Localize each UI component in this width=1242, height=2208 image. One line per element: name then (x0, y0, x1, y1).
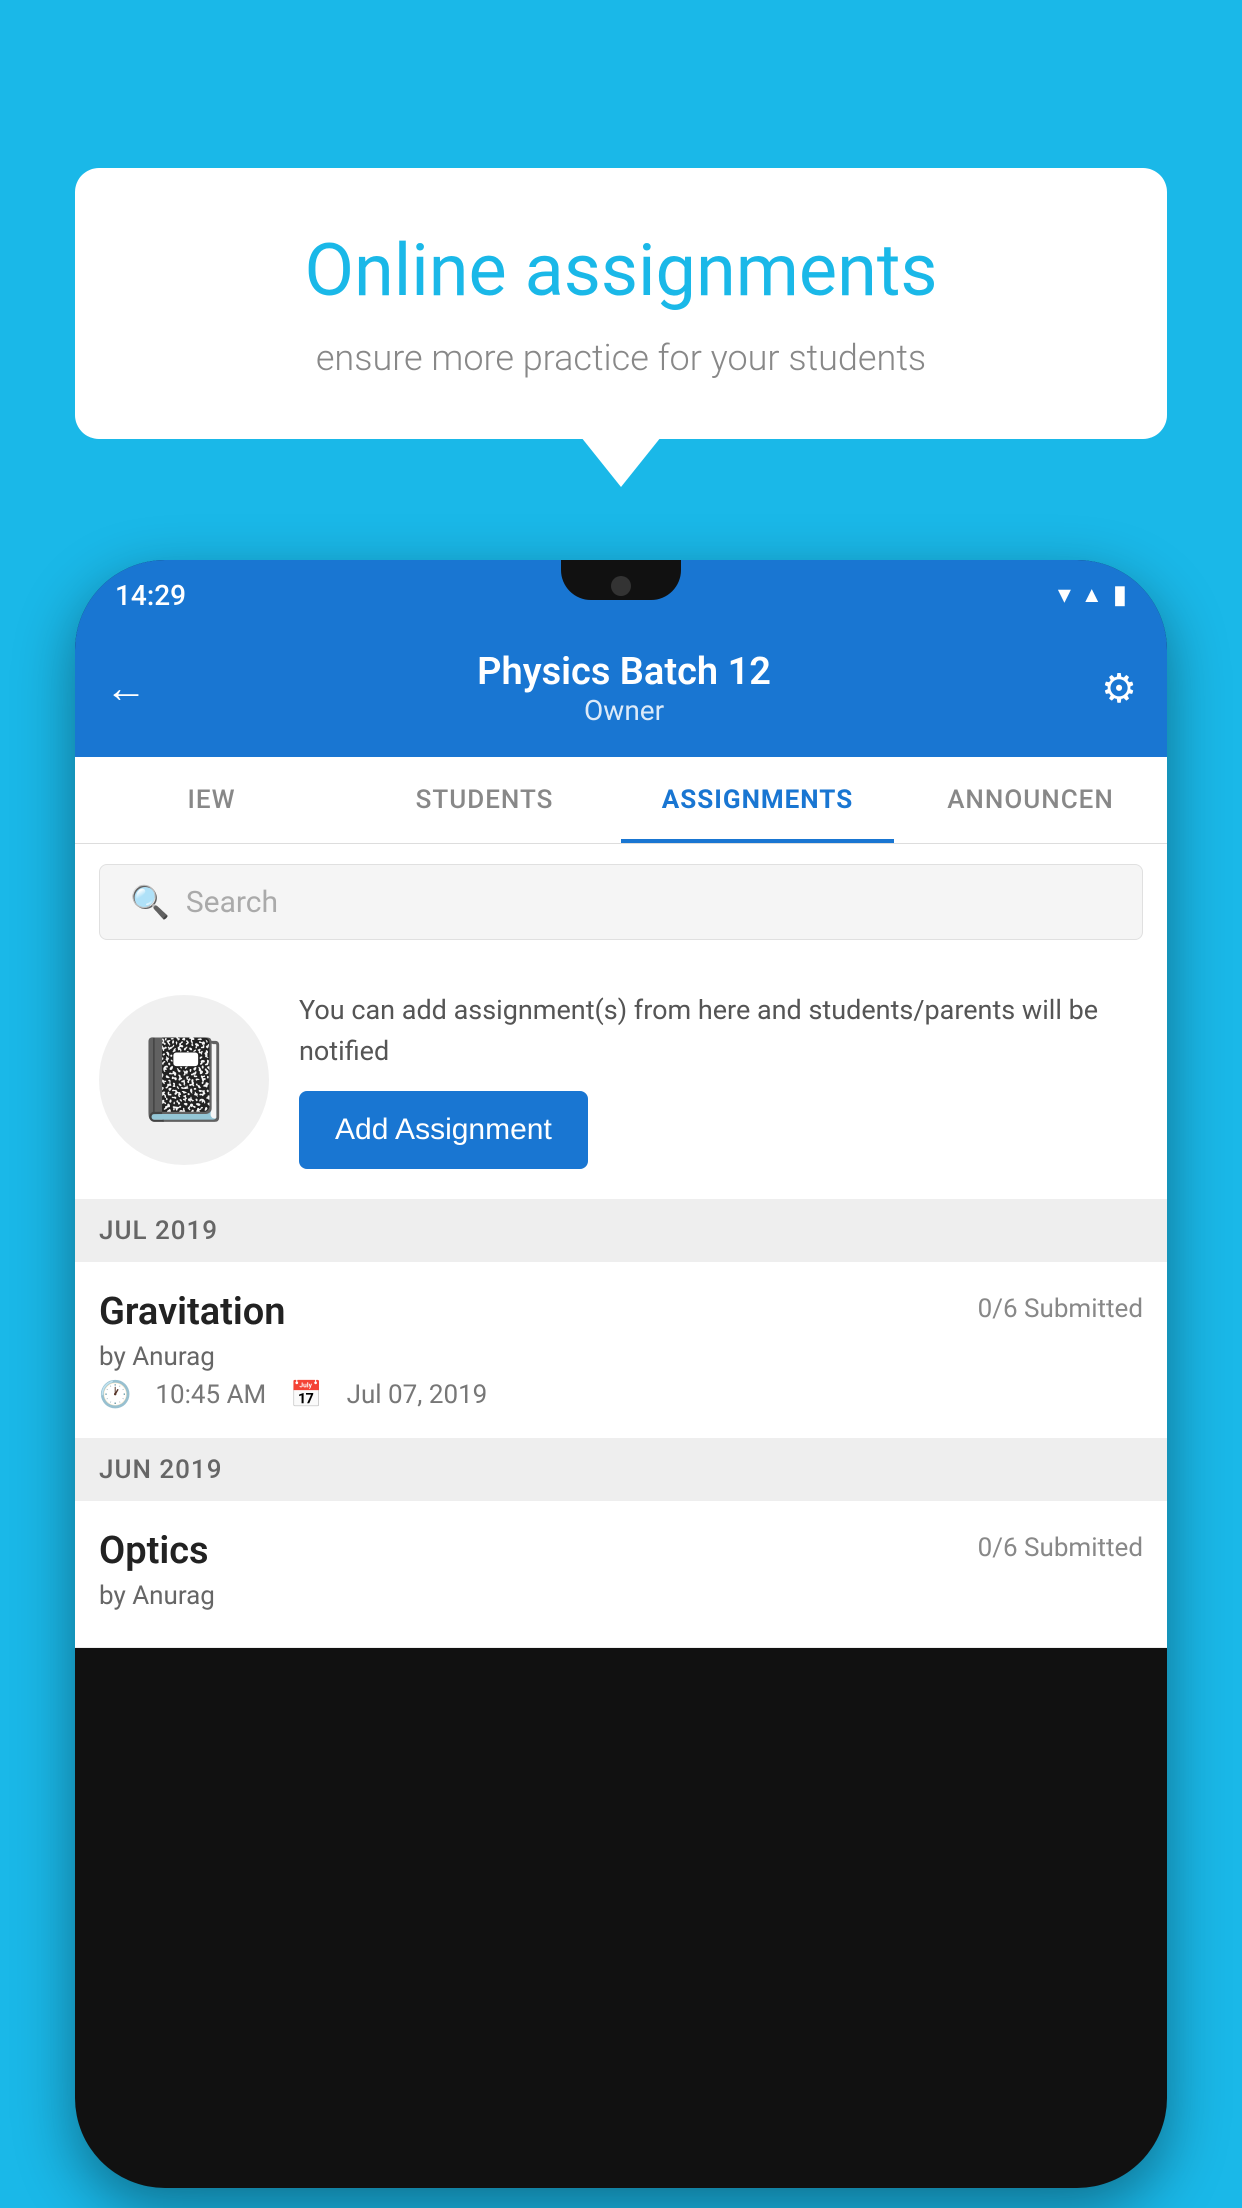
promo-icon-circle: 📓 (99, 995, 269, 1165)
tabs-bar: IEW STUDENTS ASSIGNMENTS ANNOUNCEN (75, 757, 1167, 844)
assignment-time-gravitation: 10:45 AM (155, 1380, 266, 1410)
assignment-name-gravitation: Gravitation (99, 1290, 286, 1334)
battery-icon (1113, 580, 1127, 610)
calendar-icon: 📅 (290, 1380, 322, 1410)
app-header: ← Physics Batch 12 Owner ⚙ (75, 630, 1167, 757)
speech-bubble-title: Online assignments (145, 228, 1097, 313)
assignment-by-gravitation: by Anurag (99, 1342, 1143, 1372)
status-time: 14:29 (115, 579, 186, 612)
batch-subtitle: Owner (477, 694, 771, 727)
assignment-submitted-optics: 0/6 Submitted (978, 1533, 1143, 1563)
add-assignment-button[interactable]: Add Assignment (299, 1091, 588, 1169)
assignment-by-optics: by Anurag (99, 1581, 1143, 1611)
settings-icon[interactable]: ⚙ (1101, 665, 1137, 712)
assignment-date-row-gravitation: 🕐 10:45 AM 📅 Jul 07, 2019 (99, 1380, 1143, 1410)
clock-icon: 🕐 (99, 1380, 131, 1410)
assignment-submitted-gravitation: 0/6 Submitted (978, 1294, 1143, 1324)
assignment-item-optics[interactable]: Optics 0/6 Submitted by Anurag (75, 1501, 1167, 1648)
search-bar[interactable]: 🔍 Search (99, 864, 1143, 940)
section-header-jun: JUN 2019 (75, 1439, 1167, 1501)
phone-screen: 🔍 Search 📓 You can add assignment(s) fro… (75, 844, 1167, 1648)
search-icon: 🔍 (130, 883, 170, 921)
search-placeholder: Search (186, 885, 278, 920)
assignment-item-gravitation[interactable]: Gravitation 0/6 Submitted by Anurag 🕐 10… (75, 1262, 1167, 1439)
tab-assignments[interactable]: ASSIGNMENTS (621, 757, 894, 843)
speech-bubble-container: Online assignments ensure more practice … (75, 168, 1167, 439)
phone-frame: 14:29 ← Physics Batch 12 Owner ⚙ IEW STU… (75, 560, 1167, 2188)
assignment-item-top-optics: Optics 0/6 Submitted (99, 1529, 1143, 1573)
assignment-item-top: Gravitation 0/6 Submitted (99, 1290, 1143, 1334)
batch-title: Physics Batch 12 (477, 650, 771, 694)
promo-content: You can add assignment(s) from here and … (299, 990, 1143, 1169)
speech-bubble-subtitle: ensure more practice for your students (145, 337, 1097, 379)
header-title-area: Physics Batch 12 Owner (477, 650, 771, 727)
promo-section: 📓 You can add assignment(s) from here an… (75, 960, 1167, 1200)
phone-notch (561, 560, 681, 600)
section-header-jul: JUL 2019 (75, 1200, 1167, 1262)
status-icons (1058, 580, 1127, 610)
assignment-name-optics: Optics (99, 1529, 209, 1573)
notch-camera (611, 576, 631, 596)
notebook-icon: 📓 (134, 1033, 234, 1127)
wifi-icon (1058, 580, 1071, 610)
promo-text: You can add assignment(s) from here and … (299, 990, 1143, 1071)
status-bar: 14:29 (75, 560, 1167, 630)
signal-icon (1081, 582, 1103, 608)
tab-students[interactable]: STUDENTS (348, 757, 621, 843)
tab-announcements[interactable]: ANNOUNCEN (894, 757, 1167, 843)
assignment-date-gravitation: Jul 07, 2019 (347, 1380, 488, 1410)
speech-bubble: Online assignments ensure more practice … (75, 168, 1167, 439)
back-button[interactable]: ← (105, 664, 147, 713)
search-bar-container: 🔍 Search (75, 844, 1167, 960)
tab-iew[interactable]: IEW (75, 757, 348, 843)
